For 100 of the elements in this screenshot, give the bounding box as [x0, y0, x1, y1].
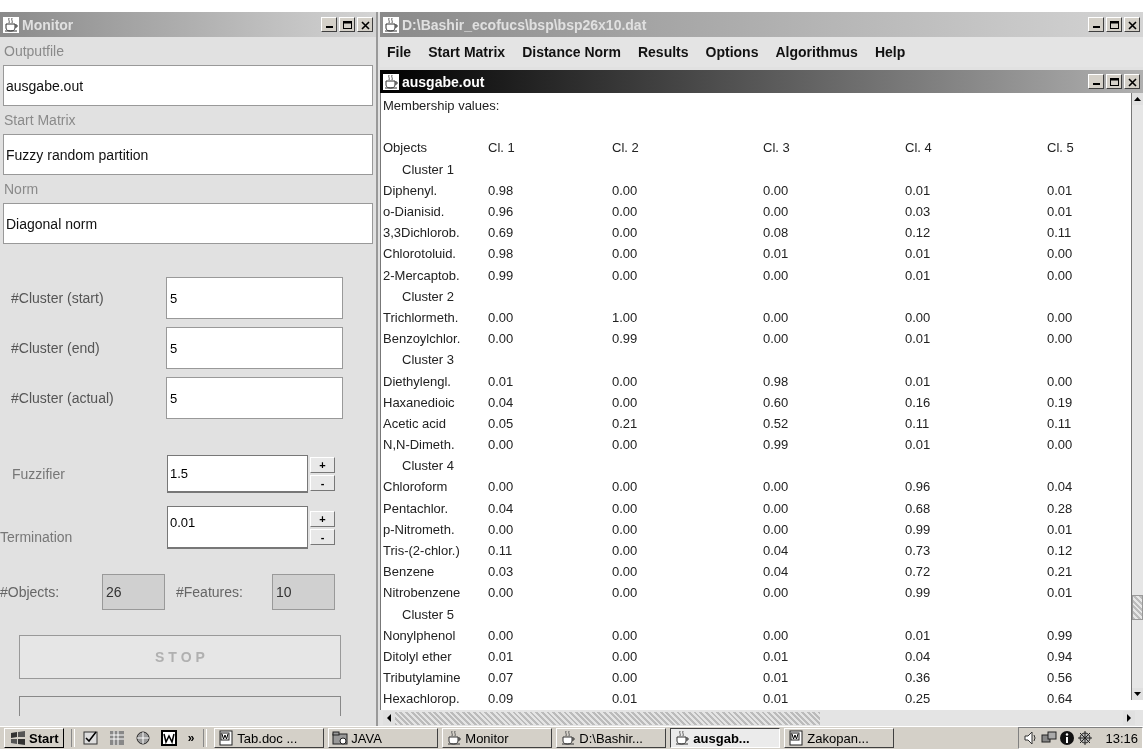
- table-cell-text: 0.98: [488, 182, 515, 198]
- menu-item[interactable]: Options: [705, 44, 759, 60]
- table-cell-text: 0.01: [905, 246, 932, 262]
- text-field: 26: [102, 574, 165, 610]
- maximize-button[interactable]: [1106, 74, 1122, 89]
- table-cell-text: 0.25: [905, 691, 932, 707]
- table-cell-text: 0.36: [905, 670, 932, 686]
- text-field[interactable]: 5: [166, 327, 343, 369]
- column-header: Cl. 5: [1047, 140, 1075, 156]
- table-cell-text: 0.11: [488, 543, 514, 559]
- scroll-thumb[interactable]: [395, 711, 820, 725]
- cup-icon: [383, 16, 399, 33]
- table-cell-text: 0.00: [763, 627, 790, 643]
- table-cell-text: 0.05: [488, 415, 515, 431]
- table-cell-text: 0.94: [1047, 648, 1074, 664]
- table-cell-text: 0.01: [1047, 521, 1074, 537]
- table-cell-text: Haxanedioic: [383, 394, 456, 410]
- close-button[interactable]: [1124, 74, 1140, 89]
- table-cell-text: Chlorotoluid.: [383, 246, 457, 262]
- table-cell-text: 0.99: [612, 331, 639, 347]
- table-cell-text: 2-Mercaptob.: [383, 267, 461, 283]
- table-cell-text: 0.00: [1047, 267, 1074, 283]
- taskbar-button[interactable]: Monitor: [442, 728, 553, 748]
- table-cell-text: 0.00: [488, 437, 515, 453]
- table-cell-text: 0.00: [488, 585, 515, 601]
- increment-button[interactable]: +: [310, 510, 335, 527]
- table-cell-text: 0.01: [763, 648, 790, 664]
- field-label: #Features:: [176, 584, 244, 600]
- text-field[interactable]: 1.5: [167, 455, 308, 493]
- field-label: #Cluster (actual): [11, 390, 115, 406]
- menu-item[interactable]: Help: [874, 44, 906, 60]
- column-header: Cl. 1: [488, 140, 516, 156]
- text-field[interactable]: 0.01: [167, 506, 308, 549]
- taskbar-button[interactable]: ausgab...: [670, 728, 781, 748]
- column-header: Cl. 2: [612, 140, 640, 156]
- start-button[interactable]: Start: [4, 728, 64, 748]
- menu-item[interactable]: Start Matrix: [428, 44, 506, 60]
- table-cell-text: 0.99: [1047, 627, 1074, 643]
- table-cell-text: Acetic acid: [383, 415, 447, 431]
- more-button[interactable]: »: [185, 731, 197, 745]
- table-cell-text: Diethylengl.: [383, 373, 452, 389]
- group-label: Cluster 4: [401, 458, 456, 474]
- taskbar-button[interactable]: D:\Bashir...: [556, 728, 667, 748]
- table-cell-text: 0.01: [1047, 182, 1074, 198]
- menu-item[interactable]: File: [387, 44, 412, 60]
- menu-item[interactable]: Distance Norm: [522, 44, 621, 60]
- table-cell-text: 0.01: [905, 627, 932, 643]
- field-label: #Cluster (start): [11, 290, 105, 306]
- column-header: Cl. 3: [763, 140, 791, 156]
- table-cell-text: 0.00: [763, 204, 790, 220]
- decrement-button[interactable]: -: [310, 475, 335, 491]
- table-cell-text: 0.96: [488, 204, 515, 220]
- table-cell-text: 0.60: [763, 394, 790, 410]
- table-cell-text: 0.01: [488, 373, 515, 389]
- network-icon: [1041, 730, 1058, 746]
- decrement-button[interactable]: -: [310, 528, 335, 545]
- close-icon: [1126, 76, 1138, 87]
- table-cell-text: 0.00: [612, 543, 639, 559]
- scroll-thumb[interactable]: [1132, 595, 1143, 620]
- table-cell-text: 0.00: [763, 182, 790, 198]
- taskbar-button[interactable]: JAVA: [328, 728, 439, 748]
- cup-icon: [674, 730, 691, 746]
- table-cell-text: 0.56: [1047, 670, 1074, 686]
- table-cell-text: 0.01: [763, 246, 790, 262]
- table-cell-text: Nitrobenzene: [383, 585, 462, 601]
- table-cell-text: 0.00: [488, 309, 515, 325]
- info-icon: [1059, 730, 1076, 746]
- taskbar-button[interactable]: Zakopan...: [784, 728, 895, 748]
- table-cell-text: Hexachlorop.: [383, 691, 461, 707]
- group-label: Cluster 5: [401, 606, 456, 622]
- text-field[interactable]: ausgabe.out: [3, 65, 373, 106]
- minimize-button[interactable]: [1088, 74, 1104, 89]
- text-field[interactable]: Diagonal norm: [3, 203, 373, 244]
- table-cell-text: 0.01: [905, 182, 932, 198]
- table-cell-text: Diphenyl.: [383, 182, 439, 198]
- table-cell-text: 0.99: [488, 267, 515, 283]
- field-label: #Objects:: [0, 584, 61, 600]
- table-cell-text: 0.11: [1047, 225, 1073, 241]
- menu-item[interactable]: Algorithmus: [775, 44, 858, 60]
- text-field[interactable]: 5: [166, 377, 343, 419]
- table-cell-text: Pentachlor.: [383, 500, 450, 516]
- table-cell-text: 0.69: [488, 225, 515, 241]
- windows-logo-icon: [9, 730, 27, 746]
- clock: 13:16: [1105, 730, 1138, 746]
- table-cell-text: N,N-Dimeth.: [383, 437, 456, 453]
- text-field[interactable]: Fuzzy random partition: [3, 134, 373, 175]
- increment-button[interactable]: +: [310, 457, 335, 473]
- text-field[interactable]: 5: [166, 277, 343, 319]
- table-cell-text: 0.99: [905, 521, 932, 537]
- menu-item[interactable]: Results: [637, 44, 689, 60]
- table-cell-text: 0.04: [488, 394, 515, 410]
- taskbar-button[interactable]: Tab.doc ...: [214, 728, 325, 748]
- maximize-icon: [1108, 76, 1120, 87]
- table-cell-text: Tributylamine: [383, 670, 462, 686]
- window-title: ausgabe.out: [402, 73, 486, 90]
- table-cell-text: 0.00: [612, 521, 639, 537]
- vertical-scrollbar[interactable]: [1131, 93, 1143, 700]
- table-cell-text: 0.11: [905, 415, 931, 431]
- table-cell-text: 0.00: [612, 437, 639, 453]
- table-cell-text: 0.00: [612, 267, 639, 283]
